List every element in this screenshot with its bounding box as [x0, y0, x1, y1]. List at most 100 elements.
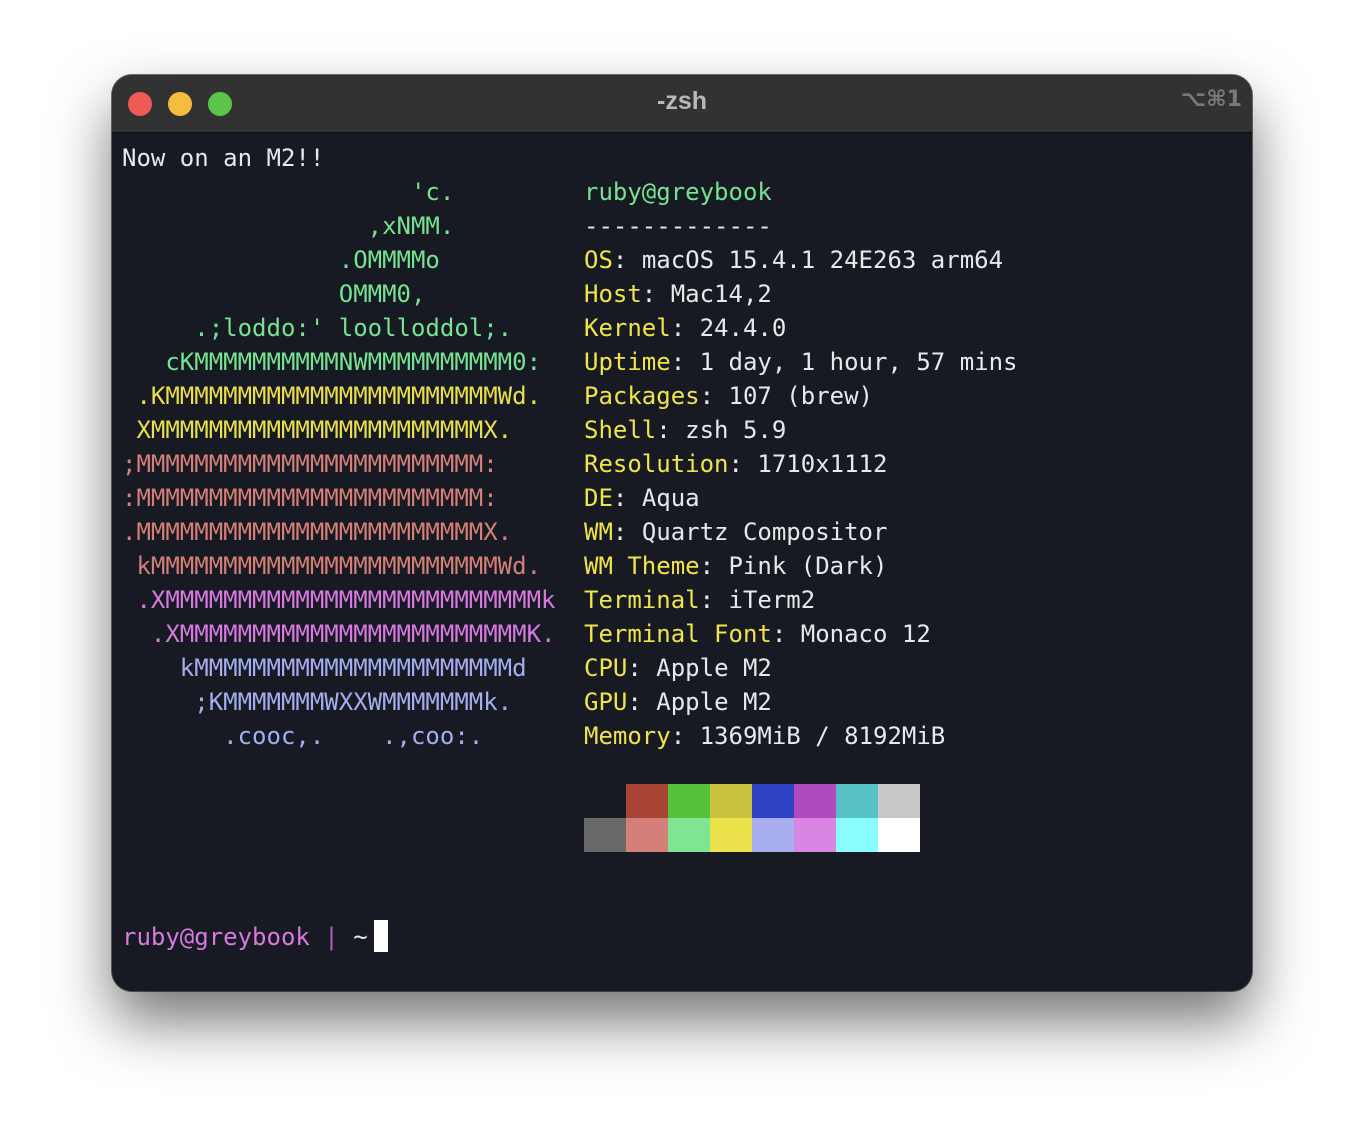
palette-swatch-bright-7 [878, 818, 920, 852]
info-row: Host: Mac14,2 [584, 277, 772, 311]
info-value: Monaco 12 [800, 620, 931, 648]
info-separator: : [670, 314, 700, 342]
info-key: Packages [584, 382, 700, 410]
logo-line: kMMMMMMMMMMMMMMMMMMMMMMMMWd. [122, 552, 542, 580]
window-shortcut: ⌥⌘1 [1180, 87, 1242, 112]
logo-line: ;MMMMMMMMMMMMMMMMMMMMMMMM: [122, 450, 498, 478]
info-key: GPU [584, 688, 628, 716]
info-separator: : [670, 722, 700, 750]
info-value: Aqua [641, 484, 700, 512]
prompt-user: ruby [122, 923, 180, 951]
palette-swatch-normal-0 [584, 784, 626, 818]
info-value: macOS 15.4.1 24E263 arm64 [641, 246, 1004, 274]
info-value: Apple M2 [656, 688, 772, 716]
logo-line: XMMMMMMMMMMMMMMMMMMMMMMMX. [122, 416, 513, 444]
palette-swatch-normal-2 [668, 784, 710, 818]
info-key: Host [584, 280, 642, 308]
info-value: zsh 5.9 [685, 416, 787, 444]
info-key: Uptime [584, 348, 671, 376]
info-value: 107 (brew) [728, 382, 874, 410]
info-separator: : [641, 280, 671, 308]
info-value: Pink (Dark) [728, 552, 888, 580]
info-separator: : [728, 450, 758, 478]
palette-swatch-normal-5 [794, 784, 836, 818]
info-value: 1710x1112 [757, 450, 888, 478]
info-key: Resolution [584, 450, 729, 478]
color-palette [584, 784, 920, 852]
prompt-host: greybook [194, 923, 310, 951]
info-key: Shell [584, 416, 657, 444]
logo-line: .MMMMMMMMMMMMMMMMMMMMMMMMX. [122, 518, 513, 546]
info-key: Kernel [584, 314, 671, 342]
info-row: Terminal Font: Monaco 12 [584, 617, 931, 651]
info-separator: : [699, 586, 729, 614]
prompt-cwd: ~ [353, 923, 368, 951]
info-key: Memory [584, 722, 671, 750]
info-row: Resolution: 1710x1112 [584, 447, 887, 481]
user-host-text: ruby@greybook [584, 178, 772, 206]
info-value: Apple M2 [656, 654, 772, 682]
info-separator: : [670, 348, 700, 376]
title-bar[interactable]: -zsh ⌥⌘1 [112, 75, 1252, 133]
shell-prompt[interactable]: ruby@greybook | ~ [122, 920, 388, 954]
info-separator: : [699, 382, 729, 410]
logo-line: .XMMMMMMMMMMMMMMMMMMMMMMMMMMk [122, 586, 556, 614]
palette-swatch-normal-4 [752, 784, 794, 818]
info-separator: : [771, 620, 801, 648]
info-key: DE [584, 484, 613, 512]
terminal-window: -zsh ⌥⌘1 Now on an M2!! 'c. ,xNMM. .OMMM… [112, 75, 1252, 991]
logo-line: .KMMMMMMMMMMMMMMMMMMMMMMMWd. [122, 382, 542, 410]
logo-line: .OMMMMo [122, 246, 440, 274]
info-separator: : [612, 518, 642, 546]
info-row: Shell: zsh 5.9 [584, 413, 786, 447]
palette-swatch-bright-4 [752, 818, 794, 852]
logo-line: OMMM0, [122, 280, 426, 308]
info-key: Terminal [584, 586, 700, 614]
palette-swatch-bright-0 [584, 818, 626, 852]
info-separator: : [612, 484, 642, 512]
info-separator: : [699, 552, 729, 580]
info-row: Packages: 107 (brew) [584, 379, 873, 413]
palette-swatch-normal-1 [626, 784, 668, 818]
info-row: DE: Aqua [584, 481, 700, 515]
window-title: -zsh [657, 87, 707, 115]
info-separator: : [656, 416, 686, 444]
motd-line: Now on an M2!! [122, 144, 325, 172]
info-key: Terminal Font [584, 620, 772, 648]
palette-swatch-normal-7 [878, 784, 920, 818]
prompt-separator: | [309, 923, 354, 951]
logo-line: .;loddo:' loolloddol;. [122, 314, 513, 342]
info-row: Terminal: iTerm2 [584, 583, 815, 617]
info-value: iTerm2 [728, 586, 816, 614]
palette-swatch-bright-2 [668, 818, 710, 852]
logo-line: cKMMMMMMMMMMNWMMMMMMMMMM0: [122, 348, 542, 376]
logo-line: .XMMMMMMMMMMMMMMMMMMMMMMMMK. [122, 620, 556, 648]
info-key: WM [584, 518, 613, 546]
logo-line: kMMMMMMMMMMMMMMMMMMMMMMd [122, 654, 527, 682]
info-divider: ------------- [584, 212, 772, 240]
logo-line: ,xNMM. [122, 212, 455, 240]
info-row: CPU: Apple M2 [584, 651, 772, 685]
info-row: Kernel: 24.4.0 [584, 311, 786, 345]
logo-line: 'c. [122, 178, 455, 206]
info-row: Memory: 1369MiB / 8192MiB [584, 719, 945, 753]
info-separator: : [627, 688, 657, 716]
info-row: GPU: Apple M2 [584, 685, 772, 719]
info-row: WM: Quartz Compositor [584, 515, 887, 549]
info-separator: : [627, 654, 657, 682]
user-host: ruby@greybook [584, 175, 772, 209]
palette-swatch-bright-1 [626, 818, 668, 852]
info-row: Uptime: 1 day, 1 hour, 57 mins [584, 345, 1018, 379]
logo-line: :MMMMMMMMMMMMMMMMMMMMMMMM: [122, 484, 498, 512]
info-key: CPU [584, 654, 628, 682]
info-separator: : [612, 246, 642, 274]
info-row: WM Theme: Pink (Dark) [584, 549, 887, 583]
palette-swatch-bright-6 [836, 818, 878, 852]
palette-swatch-bright-3 [710, 818, 752, 852]
palette-swatch-normal-3 [710, 784, 752, 818]
info-value: 1369MiB / 8192MiB [699, 722, 946, 750]
info-value: Mac14,2 [670, 280, 772, 308]
info-value: 24.4.0 [699, 314, 787, 342]
info-value: 1 day, 1 hour, 57 mins [699, 348, 1018, 376]
terminal-content[interactable]: Now on an M2!! 'c. ,xNMM. .OMMMMo OMMM0,… [112, 133, 1252, 991]
